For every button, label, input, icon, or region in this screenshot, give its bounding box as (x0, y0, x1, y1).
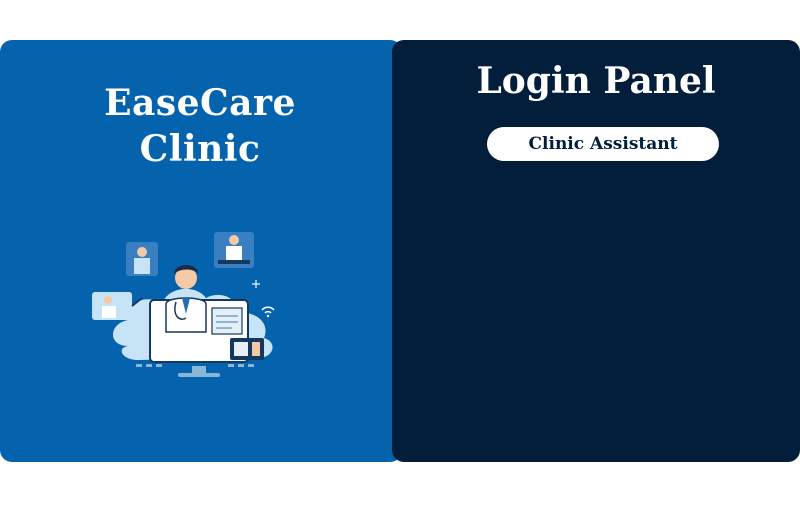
brand-title-line1: EaseCare (104, 82, 296, 124)
brand-panel: EaseCare Clinic (0, 40, 402, 462)
monitor-base (178, 373, 220, 377)
brand-title: EaseCare Clinic (0, 80, 400, 172)
monitor-stand (192, 366, 206, 374)
wifi-icon (261, 306, 275, 314)
app-window: EaseCare Clinic Login Panel Clinic Assis… (0, 40, 800, 462)
login-panel-title: Login Panel (476, 60, 716, 102)
doctor-telemedicine-illustration (92, 232, 275, 377)
sparkle-icon (252, 280, 260, 288)
role-button-clinic-assistant[interactable]: Clinic Assistant (487, 127, 719, 161)
brand-title-line2: Clinic (139, 128, 261, 170)
login-panel: Login Panel Clinic Assistant (392, 40, 800, 462)
